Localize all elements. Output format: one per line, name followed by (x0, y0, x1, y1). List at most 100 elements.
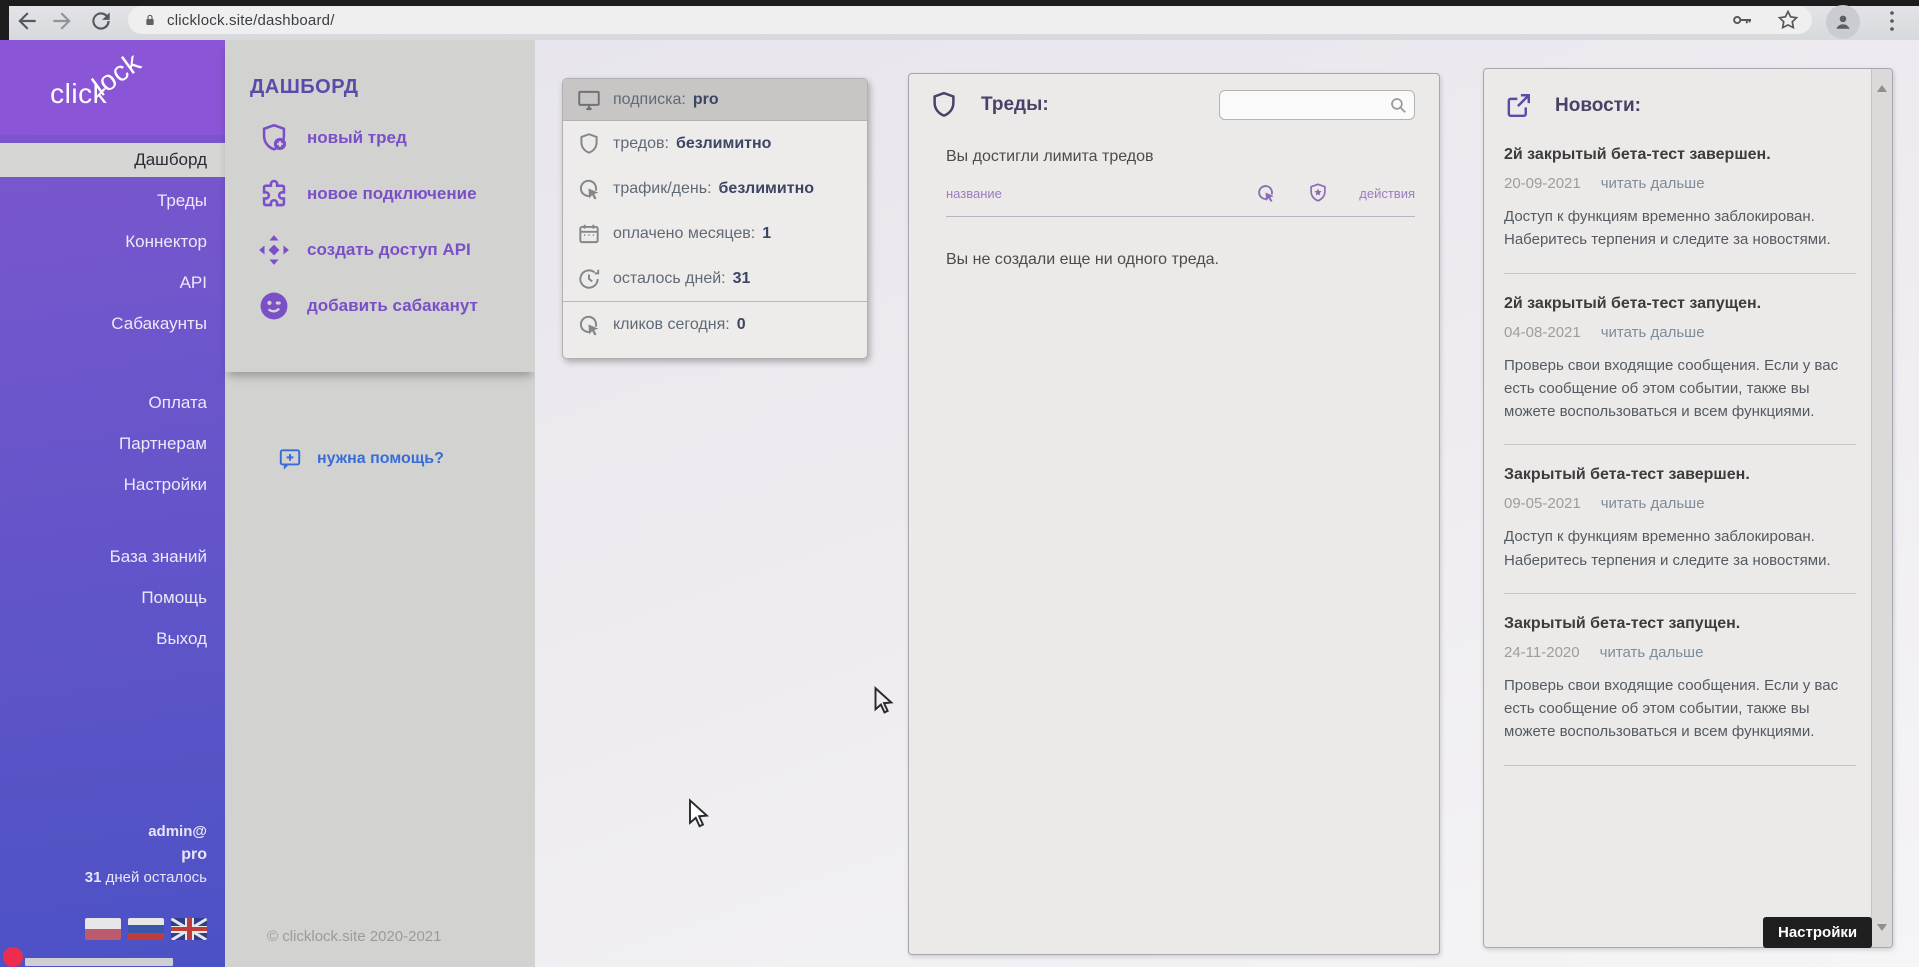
threads-header: Треды: (909, 74, 1439, 120)
external-link-icon (1504, 91, 1533, 120)
puzzle-icon (257, 177, 291, 211)
scroll-down-icon[interactable] (1877, 924, 1887, 931)
page-title: ДАШБОРД (225, 40, 535, 99)
new-thread-button[interactable]: новый тред (257, 121, 535, 155)
search-icon[interactable] (1389, 96, 1408, 115)
sidebar-item-subaccounts[interactable]: Сабакаунты (0, 307, 225, 341)
calendar-icon (576, 221, 602, 247)
sidebar-item-threads[interactable]: Треды (0, 184, 225, 218)
shield-plus-icon (257, 121, 291, 155)
threads-limit-message: Вы достигли лимита тредов (909, 120, 1439, 166)
logo-text: clicklock (50, 78, 159, 110)
need-help-link[interactable]: нужна помощь? (277, 446, 535, 472)
news-item-body: Доступ к функциям временно заблокирован.… (1504, 205, 1856, 252)
row-label: трафик/день: (613, 180, 712, 198)
news-item-date: 20-09-2021 (1504, 175, 1581, 192)
threads-panel: Треды: Вы достигли лимита тредов названи… (908, 73, 1440, 955)
window-frame-edge-left (0, 0, 9, 40)
sidebar-item-dashboard[interactable]: Дашборд (0, 143, 225, 177)
click-icon (576, 176, 602, 202)
click-icon (576, 312, 602, 338)
shield-icon (929, 90, 959, 120)
video-settings-tooltip[interactable]: Настройки (1763, 917, 1872, 948)
sidebar-item-help[interactable]: Помощь (0, 581, 225, 615)
user-plan: pro (85, 844, 207, 866)
row-value: 31 (733, 270, 751, 288)
back-button[interactable] (14, 8, 40, 34)
row-label: тредов: (613, 135, 669, 153)
sidebar-item-logout[interactable]: Выход (0, 622, 225, 656)
news-item-body: Проверь свои входящие сообщения. Если у … (1504, 674, 1856, 744)
news-item-date: 09-05-2021 (1504, 495, 1581, 512)
reload-button[interactable] (88, 8, 114, 34)
recording-indicator (3, 947, 23, 967)
sidebar-nav: Дашборд Треды Коннектор API Сабакаунты О… (0, 143, 225, 663)
browser-toolbar: clicklock.site/dashboard/ (0, 0, 1919, 40)
read-more-link[interactable]: читать дальше (1601, 495, 1705, 512)
row-value: 0 (737, 316, 746, 334)
new-connection-button[interactable]: новое подключение (257, 177, 535, 211)
mouse-cursor (684, 798, 712, 830)
column-actions[interactable]: действия (1359, 186, 1415, 201)
read-more-link[interactable]: читать дальше (1601, 175, 1705, 192)
clicks-column-icon[interactable] (1255, 182, 1277, 204)
news-item-title: 2й закрытый бета-тест завершен. (1504, 146, 1856, 164)
column-name[interactable]: название (946, 186, 1002, 201)
subscription-label: подписка: (613, 91, 686, 109)
browser-menu-icon[interactable] (1888, 9, 1896, 33)
user-email: admin@ (85, 820, 207, 844)
read-more-link[interactable]: читать дальше (1601, 324, 1705, 341)
sidebar-item-knowledge-base[interactable]: База знаний (0, 540, 225, 574)
read-more-link[interactable]: читать дальше (1600, 644, 1704, 661)
threads-empty-message: Вы не создали еще ни одного треда. (909, 217, 1439, 269)
uk-flag[interactable] (171, 918, 207, 940)
main-content: подписка: pro тредов: безлимитно трафик/… (535, 40, 1919, 967)
news-item-date: 04-08-2021 (1504, 324, 1581, 341)
move-arrows-icon (257, 233, 291, 267)
video-progress-bar (25, 958, 173, 966)
create-api-access-button[interactable]: создать доступ API (257, 233, 535, 267)
paid-months-row: оплачено месяцев: 1 (563, 211, 867, 256)
sidebar-item-settings[interactable]: Настройки (0, 468, 225, 502)
clock-icon (576, 266, 602, 292)
monitor-icon (576, 87, 602, 113)
scroll-up-icon[interactable] (1877, 85, 1887, 92)
url-bar[interactable]: clicklock.site/dashboard/ (128, 6, 1812, 34)
actions-panel: ДАШБОРД новый тред новое подк (225, 40, 535, 372)
search-input[interactable] (1220, 91, 1414, 119)
copyright-text: © clicklock.site 2020-2021 (267, 928, 441, 945)
news-item-body: Проверь свои входящие сообщения. Если у … (1504, 354, 1856, 424)
threads-title: Треды: (981, 94, 1049, 116)
news-scrollbar[interactable] (1871, 69, 1892, 947)
action-label: создать доступ API (307, 240, 471, 260)
news-item-title: Закрытый бета-тест завершен. (1504, 466, 1856, 484)
add-subaccount-button[interactable]: добавить сабаканут (257, 289, 535, 323)
action-label: новый тред (307, 128, 407, 148)
row-label: осталось дней: (613, 270, 726, 288)
sidebar-item-payment[interactable]: Оплата (0, 386, 225, 420)
user-days-left: 31 дней осталось (85, 866, 207, 890)
profile-avatar[interactable] (1826, 5, 1860, 39)
sidebar-item-api[interactable]: API (0, 266, 225, 300)
russia-flag[interactable] (128, 918, 164, 940)
https-lock-icon[interactable] (142, 12, 158, 28)
sidebar-item-connector[interactable]: Коннектор (0, 225, 225, 259)
news-content: Новости: 2й закрытый бета-тест завершен.… (1484, 69, 1892, 766)
sidebar: clicklock Дашборд Треды Коннектор API Са… (0, 40, 225, 967)
bookmark-star-icon[interactable] (1776, 8, 1800, 32)
shield-star-column-icon[interactable] (1307, 182, 1329, 204)
url-text[interactable]: clicklock.site/dashboard/ (167, 12, 335, 29)
row-label: оплачено месяцев: (613, 225, 755, 243)
password-key-icon[interactable] (1730, 8, 1754, 32)
row-value: безлимитно (719, 180, 814, 198)
poland-flag[interactable] (85, 918, 121, 940)
news-panel: Новости: 2й закрытый бета-тест завершен.… (1483, 68, 1893, 948)
sidebar-item-partners[interactable]: Партнерам (0, 427, 225, 461)
news-title: Новости: (1555, 95, 1641, 117)
forward-button[interactable] (49, 8, 75, 34)
news-item: 2й закрытый бета-тест завершен. 20-09-20… (1504, 146, 1856, 274)
clicks-today-row: кликов сегодня: 0 (563, 301, 867, 348)
logo[interactable]: clicklock (0, 40, 225, 135)
news-item-body: Доступ к функциям временно заблокирован.… (1504, 525, 1856, 572)
news-item: 2й закрытый бета-тест запущен. 04-08-202… (1504, 295, 1856, 446)
